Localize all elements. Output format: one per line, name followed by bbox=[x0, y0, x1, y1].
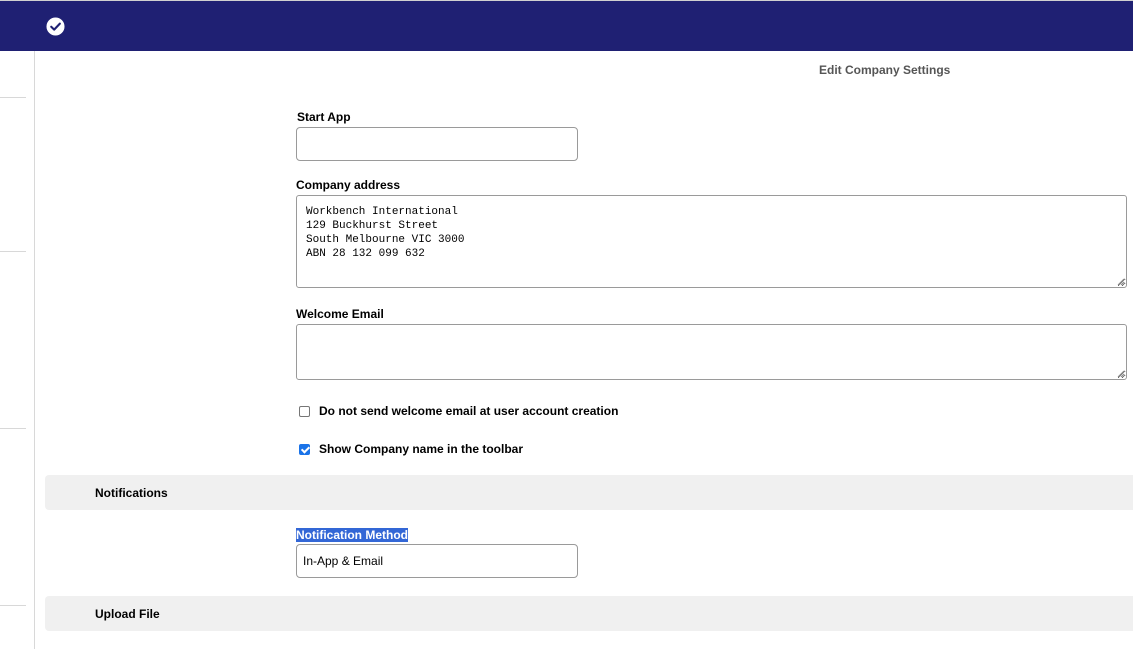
start-app-label: Start App bbox=[297, 110, 351, 124]
sidebar-divider bbox=[0, 605, 26, 606]
page-title: Edit Company Settings bbox=[819, 63, 951, 77]
top-toolbar bbox=[0, 0, 1133, 51]
notification-method-label: Notification Method bbox=[296, 528, 408, 542]
no-welcome-email-label: Do not send welcome email at user accoun… bbox=[319, 404, 619, 418]
company-address-textarea[interactable]: Workbench International 129 Buckhurst St… bbox=[296, 195, 1127, 288]
no-welcome-email-option[interactable]: Do not send welcome email at user accoun… bbox=[299, 404, 618, 418]
sidebar-divider bbox=[0, 97, 26, 98]
sidebar-divider bbox=[0, 428, 26, 429]
welcome-email-label: Welcome Email bbox=[296, 307, 384, 321]
show-company-name-checkbox[interactable] bbox=[299, 443, 310, 455]
upload-file-section-header[interactable]: Upload File bbox=[45, 596, 1133, 631]
selected-text: Notification Method bbox=[296, 528, 408, 542]
show-company-name-option[interactable]: Show Company name in the toolbar bbox=[299, 442, 523, 456]
start-app-input[interactable] bbox=[296, 127, 578, 161]
notifications-section-header[interactable]: Notifications bbox=[45, 475, 1133, 510]
welcome-email-textarea[interactable] bbox=[296, 324, 1127, 380]
left-sidebar bbox=[0, 51, 35, 649]
company-address-label: Company address bbox=[296, 178, 401, 192]
upload-file-section-title: Upload File bbox=[95, 607, 160, 621]
sidebar-divider bbox=[0, 251, 26, 252]
notifications-section-title: Notifications bbox=[95, 486, 168, 500]
check-circle-icon[interactable] bbox=[46, 17, 65, 36]
notification-method-input[interactable] bbox=[296, 544, 578, 578]
no-welcome-email-checkbox[interactable] bbox=[299, 405, 310, 417]
show-company-name-label: Show Company name in the toolbar bbox=[319, 442, 524, 456]
